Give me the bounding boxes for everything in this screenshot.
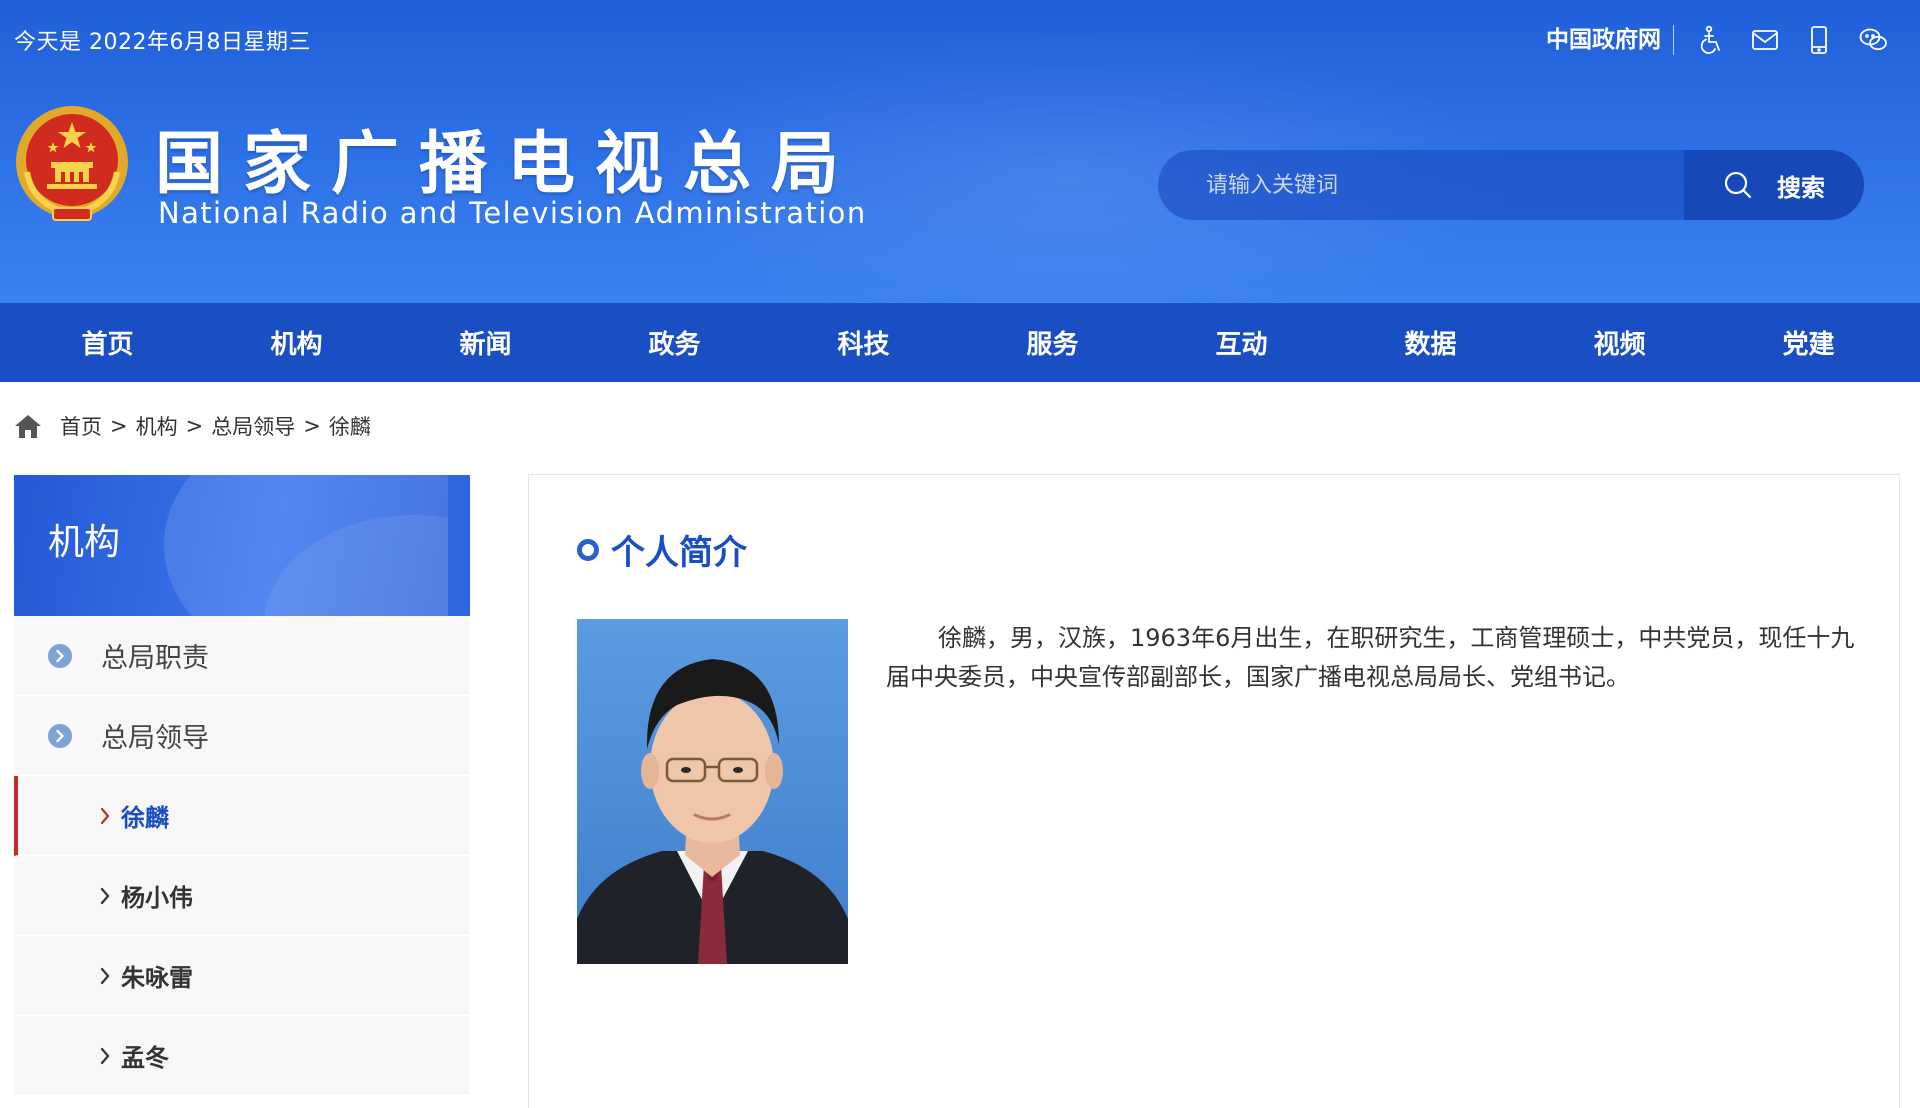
search-bar: 搜索 <box>1158 150 1864 220</box>
nav-item-data[interactable]: 数据 <box>1336 324 1525 361</box>
nav-item-party-building[interactable]: 党建 <box>1714 324 1903 361</box>
nav-item-video[interactable]: 视频 <box>1525 324 1714 361</box>
nav-item-news[interactable]: 新闻 <box>391 324 580 361</box>
breadcrumb: 首页 > 机构 > 总局领导 > 徐麟 <box>14 410 371 442</box>
nav-item-home[interactable]: 首页 <box>13 324 202 361</box>
sidebar-leader-xu-lin[interactable]: 徐麟 <box>14 776 470 856</box>
breadcrumb-separator: > <box>185 414 204 438</box>
home-icon[interactable] <box>14 413 42 439</box>
nav-item-government-affairs[interactable]: 政务 <box>580 324 769 361</box>
sidebar: 机构 总局职责 总局领导 徐麟 杨小伟 朱咏雷 孟冬 <box>14 475 470 1108</box>
gov-website-link[interactable]: 中国政府网 <box>1546 25 1674 55</box>
sidebar-leader-label: 杨小伟 <box>121 884 193 912</box>
today-date: 今天是 2022年6月8日星期三 <box>14 30 311 55</box>
breadcrumb-current: 徐麟 <box>328 415 371 439</box>
nav-item-technology[interactable]: 科技 <box>769 324 958 361</box>
nav-item-service[interactable]: 服务 <box>958 324 1147 361</box>
search-button[interactable]: 搜索 <box>1684 150 1864 220</box>
chevron-right-icon <box>100 1047 110 1064</box>
circle-chevron-icon <box>48 723 72 748</box>
nav-item-interaction[interactable]: 互动 <box>1147 324 1336 361</box>
sidebar-leader-yang-xiaowei[interactable]: 杨小伟 <box>14 856 470 936</box>
sidebar-title: 机构 <box>48 522 121 563</box>
accessibility-icon[interactable] <box>1694 23 1728 57</box>
breadcrumb-home[interactable]: 首页 <box>60 411 102 441</box>
breadcrumb-leadership[interactable]: 总局领导 <box>211 411 295 441</box>
sidebar-leader-zhu-yonglei[interactable]: 朱咏雷 <box>14 936 470 1016</box>
sidebar-item-leadership[interactable]: 总局领导 <box>14 696 470 776</box>
sidebar-item-label: 总局领导 <box>101 723 209 754</box>
search-input[interactable] <box>1158 150 1684 220</box>
sidebar-item-label: 总局职责 <box>101 643 209 674</box>
bio-text: 徐麟，男，汉族，1963年6月出生，在职研究生，工商管理硕士，中共党员，现任十九… <box>886 624 1855 691</box>
breadcrumb-separator: > <box>303 414 321 438</box>
top-links: 中国政府网 <box>1546 18 1890 62</box>
breadcrumb-separator: > <box>110 414 128 438</box>
sidebar-leader-meng-dong[interactable]: 孟冬 <box>14 1016 470 1096</box>
sidebar-leader-label: 孟冬 <box>121 1044 169 1072</box>
wechat-icon[interactable] <box>1856 23 1890 57</box>
mobile-icon[interactable] <box>1802 23 1836 57</box>
site-title-cn[interactable]: 国家广播电视总局 <box>155 108 859 207</box>
nav-item-institution[interactable]: 机构 <box>202 324 391 361</box>
portrait-photo <box>577 619 848 964</box>
search-icon <box>1724 171 1752 199</box>
sidebar-item-responsibilities[interactable]: 总局职责 <box>14 616 470 696</box>
chevron-right-icon <box>100 967 110 984</box>
search-button-label: 搜索 <box>1777 173 1825 202</box>
site-header: 今天是 2022年6月8日星期三 中国政府网 国家广播电视总局 National… <box>0 0 1920 303</box>
mail-icon[interactable] <box>1748 23 1782 57</box>
profile-card: 个人简介 徐麟，男，汉族，1963年6月出生，在职研究生，工商管理硕士，中共党员… <box>528 474 1900 1108</box>
sidebar-header: 机构 <box>14 475 470 616</box>
site-title-en: National Radio and Television Administra… <box>158 196 867 230</box>
national-emblem-icon <box>13 102 131 226</box>
ring-bullet-icon <box>577 538 599 561</box>
chevron-right-icon <box>100 807 110 824</box>
sidebar-leader-label: 徐麟 <box>121 804 169 832</box>
circle-chevron-icon <box>48 643 72 668</box>
section-title-text: 个人简介 <box>611 533 747 573</box>
sidebar-leader-label: 朱咏雷 <box>121 964 193 992</box>
breadcrumb-institution[interactable]: 机构 <box>136 411 178 441</box>
chevron-right-icon <box>100 887 110 904</box>
main-nav: 首页 机构 新闻 政务 科技 服务 互动 数据 视频 党建 <box>0 303 1920 382</box>
section-title: 个人简介 <box>577 525 747 574</box>
